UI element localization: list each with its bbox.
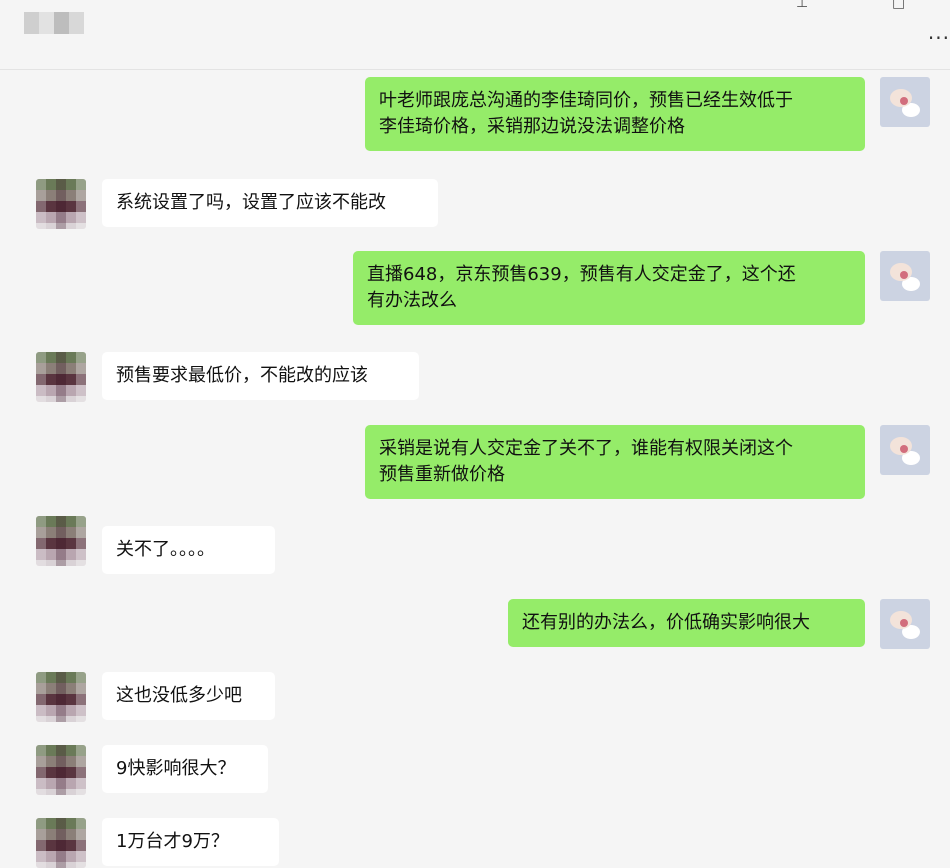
message-bubble-self[interactable]: 叶老师跟庞总沟通的李佳琦同价，预售已经生效低于 李佳琦价格，采销那边说没法调整价… [365,77,865,151]
contact-name[interactable] [24,12,84,34]
message-bubble-self[interactable]: 还有别的办法么，价低确实影响很大 [508,599,865,647]
more-options-button[interactable]: ... [928,22,950,42]
self-avatar[interactable] [880,599,930,649]
contact-avatar[interactable] [36,818,86,868]
message-bubble-other[interactable]: 这也没低多少吧 [102,672,275,720]
message-bubble-self[interactable]: 采销是说有人交定金了关不了，谁能有权限关闭这个 预售重新做价格 [365,425,865,499]
self-avatar[interactable] [880,425,930,475]
message-bubble-other[interactable]: 1万台才9万？ [102,818,279,866]
contact-avatar[interactable] [36,179,86,229]
contact-avatar[interactable] [36,516,86,566]
message-bubble-self[interactable]: 直播648，京东预售639，预售有人交定金了，这个还 有办法改么 [353,251,865,325]
contact-avatar[interactable] [36,352,86,402]
self-avatar[interactable] [880,77,930,127]
maximize-icon[interactable]: □ [892,0,905,10]
contact-avatar[interactable] [36,672,86,722]
message-bubble-other[interactable]: 系统设置了吗，设置了应该不能改 [102,179,438,227]
contact-avatar[interactable] [36,745,86,795]
message-bubble-other[interactable]: 关不了。。。。 [102,526,275,574]
pin-icon[interactable]: ⊥ [796,0,808,10]
message-bubble-other[interactable]: 9快影响很大？ [102,745,268,793]
self-avatar[interactable] [880,251,930,301]
chat-header: ⊥ □ ... [0,0,950,70]
message-bubble-other[interactable]: 预售要求最低价，不能改的应该 [102,352,419,400]
